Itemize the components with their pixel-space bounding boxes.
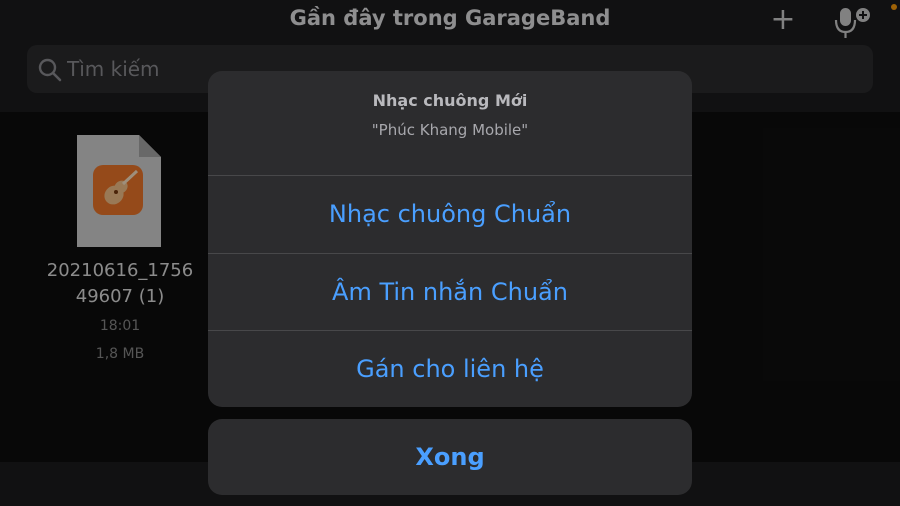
action-sheet-title: Nhạc chuông Mới bbox=[372, 91, 528, 110]
standard-text-tone-button[interactable]: Âm Tin nhắn Chuẩn bbox=[208, 254, 692, 331]
action-sheet: Nhạc chuông Mới "Phúc Khang Mobile" Nhạc… bbox=[208, 71, 692, 407]
done-button[interactable]: Xong bbox=[208, 419, 692, 495]
action-sheet-message: "Phúc Khang Mobile" bbox=[371, 121, 529, 139]
assign-to-contact-button[interactable]: Gán cho liên hệ bbox=[208, 331, 692, 407]
standard-ringtone-button[interactable]: Nhạc chuông Chuẩn bbox=[208, 176, 692, 253]
